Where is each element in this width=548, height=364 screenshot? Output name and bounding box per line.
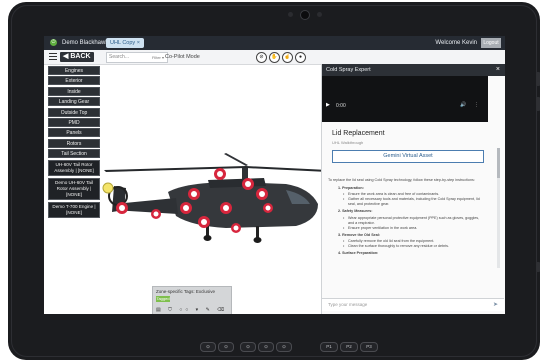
zone-tools-icons[interactable]: ▤ ⛉ ○○ ▾ ✎ ⌫ [156,307,227,313]
wheel [203,235,212,241]
panel-header: Cold Spray Expert × [322,64,505,76]
welcome-text: Welcome Kevin [435,40,477,46]
toolbar-icons: ⊘ ✋ ☝ ● [256,52,308,63]
sensor-icon [288,12,293,17]
sidebar-item-rotors[interactable]: Rotors [48,138,100,148]
play-icon[interactable]: ▶ [326,102,330,108]
panel-title: Cold Spray Expert [326,67,371,73]
sidebar-item-landing-gear[interactable]: Landing Gear [48,97,100,107]
hotspot-marker[interactable] [188,188,200,200]
image-off-icon[interactable]: ⊘ [256,52,267,63]
tag-badge[interactable]: Tagged [156,296,170,302]
message-placeholder: Type your message [328,302,368,307]
search-filter-dropdown[interactable]: Filter ▾ [152,53,164,62]
step-item: Clean the surface thoroughly to remove a… [343,244,484,249]
step-title: 2. Safety Measures: [338,209,373,214]
video-controls-icons[interactable]: 🔊 ⋮ [460,102,482,108]
message-input[interactable]: Type your message ➤ [322,298,504,311]
sidebar-item-engines[interactable]: Engines [48,66,100,75]
close-icon[interactable]: × [496,64,500,76]
step-safety: 2. Safety Measures: Wear appropriate per… [328,209,484,230]
hw-button[interactable]: ⊙ [276,342,292,352]
sidebar: Engines Exterior Inside Landing Gear Out… [48,66,100,220]
main-rotor-blade [246,166,328,172]
sidebar-group-demo-engine[interactable]: Demo T-700 Engine | [NONE] [48,202,100,219]
expert-panel: Cold Spray Expert × ▶ 0:00 🔊 ⋮ Lid Repla… [321,64,505,314]
step-item: Wear appropriate personal protective equ… [343,216,484,226]
hotspot-marker[interactable] [198,216,210,228]
step-preparation: 1. Preparation: Ensure the work area is … [328,186,484,207]
instructions-text: To replace the lid seal using Cold Spray… [328,178,484,258]
sidebar-item-outside-top[interactable]: Outside Top [48,107,100,117]
sidebar-item-tail-section[interactable]: Tail Section [48,149,100,159]
app-screen: ⏻ Demo Blackhawk UHL Copy × Welcome Kevi… [44,36,505,314]
sidebar-item-inside[interactable]: Inside [48,86,100,96]
panel-scrollbar[interactable] [497,148,500,268]
send-icon[interactable]: ➤ [493,299,498,311]
sidebar-group-demo-tail-rotor[interactable]: Demo UH-60V Tail Rotor Assembly | [NONE] [48,178,100,201]
hotspot-marker[interactable] [263,203,273,213]
back-button[interactable]: ◀ BACK [60,52,94,62]
procedure-title: Lid Replacement [332,130,385,137]
selected-marker[interactable] [102,182,114,194]
step-title: 3. Remove the Old Seal: [338,232,381,237]
hotspot-marker[interactable] [231,223,241,233]
app-name: Demo Blackhawk [62,40,109,46]
landing-gear [256,226,259,238]
procedure-subtitle: UHL Walkthrough [332,140,364,145]
toolbar: ◀ BACK Search... Filter ▾ Co-Pilot Mode … [44,50,505,65]
user-button[interactable]: Logout [481,38,501,48]
helicopter-model[interactable] [96,144,336,254]
side-port [536,72,540,86]
tab-uhl-copy[interactable]: UHL Copy × [106,38,144,48]
search-input[interactable]: Search... Filter ▾ [106,52,168,63]
step-item: Gather all necessary tools and materials… [343,197,484,207]
hw-button-p2[interactable]: P2 [340,342,358,352]
sidebar-item-exterior[interactable]: Exterior [48,76,100,86]
hotspot-marker[interactable] [116,202,128,214]
hw-button-p1[interactable]: P1 [320,342,338,352]
camera-icon [300,10,310,20]
hw-button[interactable]: ⊙ [200,342,216,352]
step-title: 1. Preparation: [338,186,364,191]
hw-button[interactable]: ⊙ [218,342,234,352]
menu-icon[interactable] [49,53,57,61]
pointer-icon[interactable]: ☝ [282,52,293,63]
step-title: 4. Surface Preparation: [338,251,379,256]
main-rotor-blade [224,153,248,166]
copilot-mode-label: Co-Pilot Mode [165,54,200,60]
hw-button-p3[interactable]: P3 [360,342,378,352]
hw-button[interactable]: ⊙ [258,342,274,352]
hotspot-marker[interactable] [214,168,226,180]
hotspot-marker[interactable] [180,202,192,214]
power-icon[interactable]: ⏻ [50,39,57,46]
landing-gear [206,226,209,236]
sensor-icon [317,12,322,17]
sidebar-group-tail-rotor[interactable]: UH-60V Tail Rotor Assembly | [NONE] [48,160,100,177]
mic-icon[interactable]: ● [295,52,306,63]
hotspot-marker[interactable] [256,188,268,200]
sidebar-item-panels[interactable]: Panels [48,128,100,138]
side-port [536,262,540,272]
hotspot-marker[interactable] [220,202,232,214]
hw-button[interactable]: ⊙ [240,342,256,352]
step-item: Ensure proper ventilation in the work ar… [343,226,484,231]
top-bar: ⏻ Demo Blackhawk UHL Copy × Welcome Kevi… [44,36,505,50]
hotspot-marker[interactable] [242,178,254,190]
video-player[interactable]: ▶ 0:00 🔊 ⋮ [322,76,488,122]
zone-tags-title: Zone-specific Tags: Exclusive [156,289,215,294]
instructions-intro: To replace the lid seal using Cold Spray… [328,178,475,182]
hand-icon[interactable]: ✋ [269,52,280,63]
hotspot-marker[interactable] [151,209,161,219]
side-port [536,97,540,111]
wheel [253,237,262,243]
zone-tags-panel: Zone-specific Tags: Exclusive Tagged ▤ ⛉… [152,286,232,314]
video-time: 0:00 [336,103,346,109]
step-surface-prep: 4. Surface Preparation: [328,251,484,256]
gemini-asset-button[interactable]: Gemini Virtual Asset [332,150,484,163]
step-remove-seal: 3. Remove the Old Seal: Carefully remove… [328,233,484,249]
sidebar-item-pmd[interactable]: PMD [48,117,100,127]
search-placeholder: Search... [109,54,130,60]
